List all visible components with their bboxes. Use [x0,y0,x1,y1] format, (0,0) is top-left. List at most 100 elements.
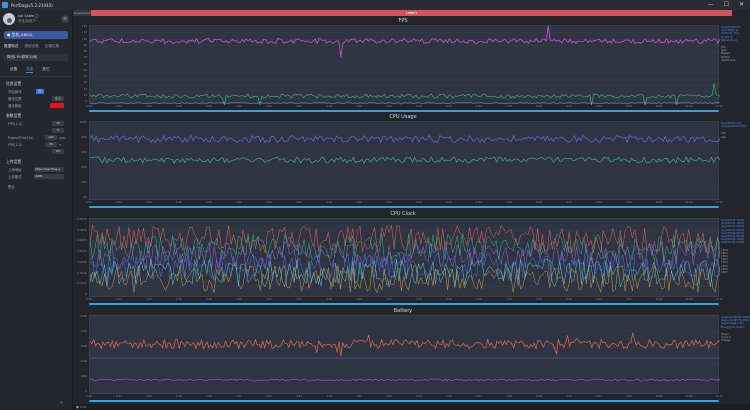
y-tick-label: 10 [83,93,87,97]
time-tick: 0:00 [86,298,92,301]
menu-icon[interactable]: ≡ [61,15,69,23]
y-tick-label: 1.2GHz [77,260,87,264]
y-tick-label: 2.4GHz [77,228,87,232]
time-tick: 8:00 [536,395,542,398]
param-input[interactable]: 30 [52,121,64,126]
time-tick: 8:00 [536,201,542,204]
plot-area[interactable] [89,315,720,394]
plot-area[interactable] [89,121,720,200]
time-tick: 6:24 [446,105,452,108]
time-tick: 3:44 [296,298,302,301]
time-tick: 11:12 [715,395,723,398]
legend-series[interactable]: Voltage [721,339,749,342]
tab-cloud-records[interactable]: 云端记录 [45,44,59,49]
legend-stat[interactable]: Energy[16.2mWh] [721,326,749,329]
time-tick: 7:28 [506,298,512,301]
time-tick: 1:36 [176,298,182,301]
collapse-icon[interactable]: « [60,400,63,406]
y-tick-label: 4000 [80,330,87,333]
close-button[interactable]: ✕ [739,2,744,8]
tab-data-test[interactable]: 数据测试 [4,44,18,49]
subtab-settings[interactable]: 设置 [10,67,17,73]
cpu-frequency-button[interactable]: 降低CPU频率/功耗 [4,54,68,61]
setting-row: 开启悬浮 开 [0,88,72,95]
y-tick-label: 80 [83,50,87,53]
avatar[interactable] [3,13,15,25]
time-tick: 3:44 [296,201,302,204]
legend-series[interactable]: App [721,136,749,139]
y-tick-label: 0% [82,196,87,199]
status-footer: ■ 1/36 [73,404,750,410]
setting-row: 上传地址 https://perfdog.q [0,166,72,173]
tab-test-records[interactable]: 测试记录 [24,44,38,49]
setting-row: 60 [0,148,72,155]
time-tick: 6:56 [476,201,482,204]
params-settings-title: 参数设置 [6,113,22,118]
time-tick: 0:00 [86,201,92,204]
time-tick: 6:56 [476,298,482,301]
plot-area[interactable] [89,25,720,105]
legend-stat[interactable]: AvgAppCPU[22.8%] [721,125,749,128]
y-tick-label: 0.4GHz [77,282,87,286]
time-scrollbar[interactable] [89,400,719,402]
chart-legend: Avg(FPS)[60.0] Var(FPS)[3.1] Stutter[1.2%]… [721,26,749,62]
time-scrollbar[interactable] [89,303,719,305]
time-tick: 8:32 [566,201,572,204]
setting-row: FPS(1-1) 30 [0,120,72,127]
legend-series[interactable]: InterFrame [721,59,749,62]
floating-position-select[interactable]: 左上 [52,96,64,101]
y-tick-label: 0 [85,293,87,296]
legend-series[interactable]: CPU7 [721,271,749,274]
setting-row: 悬浮位置 左上 [0,95,72,102]
minimize-button[interactable]: — [708,2,714,8]
time-tick: 11:12 [715,201,723,204]
setting-row: 悬浮颜色 [0,102,72,109]
floating-color-picker[interactable] [50,103,64,108]
plot-area[interactable] [89,218,720,297]
time-tick: 8:32 [566,298,572,301]
time-tick: 9:04 [596,201,602,204]
screenshot-tab[interactable]: Screenshot [73,10,91,16]
y-tick-label: 1.6GHz [77,250,87,254]
time-tick: 2:40 [236,201,242,204]
param-input[interactable]: 5 [52,128,64,133]
floating-toggle[interactable]: 开 [35,89,44,94]
setting-row: 上传格式 JSON [0,173,72,180]
time-tick: 0:00 [86,395,92,398]
time-axis: 0:00 0:32 1:04 1:36 2:08 2:40 3:12 3:44 4:16 4:48… [86,395,723,399]
title-bar: PerfDog(v5.2.21040) — ☐ ✕ [0,0,750,10]
time-tick: 8:32 [566,105,572,108]
reset-button[interactable]: 默认 [8,184,22,190]
time-tick: 11:12 [715,105,723,108]
time-tick: 3:12 [266,105,272,108]
time-tick: 2:08 [206,105,212,108]
chart-title: FPS [398,18,408,24]
y-tick-label: 3000 [80,345,87,348]
time-scrollbar[interactable] [89,206,719,208]
time-tick: 4:16 [326,105,332,108]
time-tick: 7:28 [506,395,512,398]
upload-url-input[interactable]: https://perfdog.q [34,167,64,172]
chart-battery: Battery 5000 4000 3000 2000 1000 0 AvgPower[245… [73,308,750,403]
time-tick: 2:08 [206,395,212,398]
time-tick: 4:48 [356,105,362,108]
param-input[interactable]: 100 [45,135,57,140]
time-scrollbar[interactable] [89,110,719,112]
param-input[interactable]: 60 [52,149,64,154]
maximize-button[interactable]: ☐ [724,2,729,8]
time-tick: 8:00 [536,298,542,301]
upload-format-select[interactable]: JSON [34,174,64,179]
y-tick-label: 40% [81,166,87,169]
subtab-other[interactable]: 其它 [42,67,49,73]
param-input[interactable]: 30 [45,142,57,147]
time-tick: 1:36 [176,395,182,398]
time-tick: 3:12 [266,298,272,301]
device-select[interactable]: ● 型机_ABKIA [4,31,68,39]
time-tick: 5:52 [416,201,422,204]
time-tick: 1:04 [146,395,152,398]
time-tick: 9:04 [596,105,602,108]
y-tick-label: 0 [85,390,87,393]
subtab-performance[interactable]: 性能 [26,67,34,73]
upload-settings-title: 上传设置 [6,159,22,164]
time-tick: 8:32 [566,395,572,398]
